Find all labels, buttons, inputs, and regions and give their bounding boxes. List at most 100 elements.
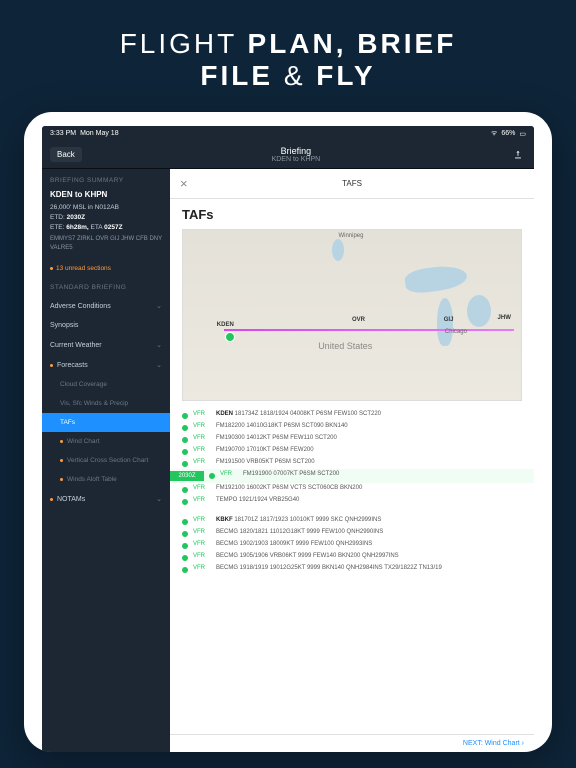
taf-text: FM182200 14010G18KT P6SM SCT090 BKN140 [216,423,348,431]
taf-row[interactable]: VFR FM190300 14012KT P6SM FEW110 SCT200 [182,433,522,445]
taf-row[interactable]: VFR KDEN 181734Z 1818/1924 04008KT P6SM F… [182,409,522,421]
taf-row[interactable]: VFR FM182200 14010G18KT P6SM SCT090 BKN14… [182,421,522,433]
taf-status: VFR [193,553,211,559]
status-dot [182,499,188,505]
status-dot [182,555,188,561]
taf-row[interactable]: VFR BECMG 1820/1821 11012G18KT 9999 FEW10… [182,527,522,539]
taf-row[interactable]: VFR FM192100 16002KT P6SM VCTS SCT060CB B… [182,483,522,495]
status-bar: 3:33 PM Mon May 18 ᯤ 66% ▭ [42,126,534,141]
panel-header: × TAFS [170,169,534,199]
sidebar-item-adverse-conditions[interactable]: Adverse Conditions⌄ [42,296,170,316]
taf-text: BECMG 1918/1919 19012G25KT 9999 BKN140 Q… [216,565,442,573]
sidebar-item-winds-aloft-table[interactable]: Winds Aloft Table [42,470,170,489]
sidebar-item-synopsis[interactable]: Synopsis [42,316,170,335]
nav-title: Briefing KDEN to KHPN [82,146,510,163]
taf-status: VFR [193,517,211,523]
taf-text: FM190300 14012KT P6SM FEW110 SCT200 [216,435,337,443]
main-panel: × TAFS TAFs Winnipeg KDEN OVR GIJ JHW Ch… [170,169,534,752]
status-dot [182,449,188,455]
status-date: Mon May 18 [80,130,119,137]
chevron-down-icon: ⌄ [156,341,162,349]
taf-text: KBKF 181701Z 1817/1923 10010KT 9999 SKC … [216,517,381,525]
status-dot [182,543,188,549]
taf-status: VFR [193,411,211,417]
sidebar-item-vis-sfc-winds-precip[interactable]: Vis, Sfc Winds & Precip [42,394,170,413]
screen: 3:33 PM Mon May 18 ᯤ 66% ▭ Back Briefing… [42,126,534,752]
waypoint-gij[interactable]: GIJ [444,317,454,323]
taf-status: VFR [193,435,211,441]
sidebar-item-tafs[interactable]: TAFs [42,413,170,432]
section-title: TAFs [182,207,522,222]
taf-status: VFR [193,447,211,453]
taf-time-badge: 2030Z [170,471,204,481]
waypoint-kden[interactable]: KDEN [217,322,234,328]
sidebar: BRIEFING SUMMARY KDEN to KHPN 26,000' MS… [42,169,170,752]
taf-row[interactable]: VFR KBKF 181701Z 1817/1923 10010KT 9999 S… [182,515,522,527]
taf-row[interactable]: VFR BECMG 1902/1903 18009KT 9999 FEW100 Q… [182,539,522,551]
status-dot [182,413,188,419]
taf-text: BECMG 1902/1903 18009KT 9999 FEW100 QNH2… [216,541,372,549]
taf-row[interactable]: VFR FM190700 17010KT P6SM FEW200 [182,445,522,457]
taf-text: BECMG 1905/1906 VRB06KT 9999 FEW140 BKN2… [216,553,399,561]
status-dot [182,487,188,493]
standard-briefing-header: STANDARD BRIEFING [42,276,170,296]
chevron-down-icon: ⌄ [156,495,162,503]
taf-row[interactable]: VFR BECMG 1918/1919 19012G25KT 9999 BKN14… [182,563,522,575]
taf-text: FM190700 17010KT P6SM FEW200 [216,447,314,455]
summary-header: BRIEFING SUMMARY [42,169,170,189]
taf-text: FM191900 07007KT P6SM SCT200 [243,471,339,479]
close-button[interactable]: × [180,176,188,191]
taf-status: VFR [220,471,238,477]
sidebar-item-cloud-coverage[interactable]: Cloud Coverage [42,375,170,394]
taf-status: VFR [193,529,211,535]
status-dot [182,531,188,537]
waypoint-ovr[interactable]: OVR [352,317,365,323]
back-button[interactable]: Back [50,147,82,162]
ipad-frame: 3:33 PM Mon May 18 ᯤ 66% ▭ Back Briefing… [24,112,552,752]
taf-list: VFR KDEN 181734Z 1818/1924 04008KT P6SM F… [182,409,522,575]
taf-status: VFR [193,541,211,547]
status-time: 3:33 PM [50,130,76,137]
sidebar-item-wind-chart[interactable]: Wind Chart [42,432,170,451]
route-map[interactable]: Winnipeg KDEN OVR GIJ JHW Chicago United… [182,229,522,401]
next-button[interactable]: NEXT: Wind Chart [170,734,534,752]
taf-row[interactable]: VFR BECMG 1905/1906 VRB06KT 9999 FEW140 B… [182,551,522,563]
taf-status: VFR [193,485,211,491]
taf-status: VFR [193,565,211,571]
panel-title: TAFS [342,179,362,188]
sidebar-item-vertical-cross-section-chart[interactable]: Vertical Cross Section Chart [42,451,170,470]
taf-status: VFR [193,423,211,429]
status-dot [182,437,188,443]
chevron-down-icon: ⌄ [156,302,162,310]
status-dot [209,473,215,479]
status-dot [182,567,188,573]
panel-content[interactable]: TAFs Winnipeg KDEN OVR GIJ JHW Chicago U… [170,199,534,734]
sidebar-item-notams[interactable]: NOTAMs⌄ [42,489,170,509]
nav-bar: Back Briefing KDEN to KHPN [42,141,534,169]
battery-icon: ▭ [519,130,526,138]
unread-indicator[interactable]: 13 unread sections [42,261,170,276]
battery-percent: 66% [501,130,515,137]
status-dot [182,519,188,525]
taf-text: FM191500 VRB05KT P6SM SCT200 [216,459,315,467]
briefing-summary: KDEN to KHPN 26,000' MSL in N012AB ETD: … [42,189,170,261]
taf-status: VFR [193,497,211,503]
taf-row[interactable]: VFR FM191500 VRB05KT P6SM SCT200 [182,457,522,469]
share-button[interactable] [510,147,526,163]
route-line [224,329,515,331]
taf-text: FM192100 16002KT P6SM VCTS SCT060CB BKN2… [216,485,362,493]
taf-row[interactable]: VFR TEMPO 1921/1924 VRB25G40 [182,495,522,507]
sidebar-item-current-weather[interactable]: Current Weather⌄ [42,335,170,355]
status-dot [182,461,188,467]
chevron-down-icon: ⌄ [156,361,162,369]
sidebar-item-forecasts[interactable]: Forecasts⌄ [42,355,170,375]
hero-headline: FLIGHT PLAN, BRIEF FILE & FLY [0,0,576,112]
wifi-icon: ᯤ [491,129,497,138]
taf-status: VFR [193,459,211,465]
taf-row[interactable]: 2030Z VFR FM191900 07007KT P6SM SCT200 [170,469,534,483]
taf-text: BECMG 1820/1821 11012G18KT 9999 FEW100 Q… [216,529,383,537]
waypoint-jhw[interactable]: JHW [498,315,511,321]
share-icon [513,150,523,160]
taf-text: KDEN 181734Z 1818/1924 04008KT P6SM FEW1… [216,411,381,419]
taf-text: TEMPO 1921/1924 VRB25G40 [216,497,299,505]
